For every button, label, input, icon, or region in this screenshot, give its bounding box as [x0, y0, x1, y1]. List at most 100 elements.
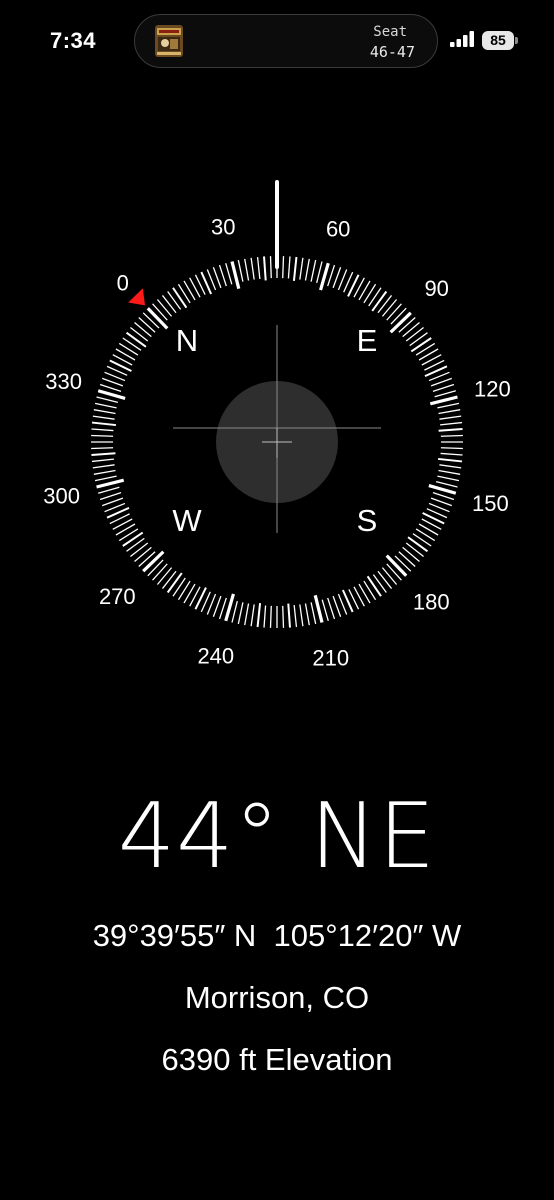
compass-tick: [91, 447, 114, 450]
compass-tick: [398, 551, 416, 567]
battery-level: 85: [482, 31, 514, 50]
compass-tick: [385, 554, 408, 577]
compass-tick: [172, 287, 188, 309]
compass-tick: [256, 256, 261, 279]
compass-tick: [316, 261, 323, 284]
compass-tick: [293, 605, 298, 628]
compass-tick: [230, 261, 241, 290]
compass-tick: [152, 563, 168, 581]
compass-tick: [130, 326, 149, 342]
degree-label-120: 120: [474, 376, 511, 401]
compass-tick: [138, 317, 156, 333]
compass-tick: [122, 337, 142, 351]
compass-tick: [256, 603, 262, 628]
seat-label: Seat: [373, 24, 407, 40]
compass-tick: [167, 291, 182, 310]
compass-tick: [377, 295, 393, 314]
cardinal-north: N: [176, 323, 198, 358]
cellular-signal-icon: [450, 31, 476, 47]
compass-tick: [231, 600, 238, 623]
compass-tick: [292, 256, 298, 281]
compass-tick: [432, 492, 455, 501]
compass-tick: [327, 264, 336, 287]
compass-tick: [101, 377, 124, 387]
compass-tick: [98, 486, 120, 494]
compass-tick: [287, 603, 291, 628]
compass-tick: [125, 331, 147, 348]
compass-tick: [332, 266, 342, 289]
compass-tick: [99, 492, 122, 501]
compass-tick: [366, 575, 382, 597]
compass-tick: [440, 421, 463, 426]
coordinates-readout: 39°39′55″ N 105°12′20″ W: [92, 918, 462, 953]
compass-tick: [212, 595, 222, 618]
compass-tick: [91, 458, 114, 463]
compass-tick: [438, 428, 463, 432]
heading-readout: 44° NE: [117, 784, 437, 889]
degree-label-300: 300: [43, 484, 80, 509]
compass-tick: [304, 603, 310, 626]
compass-tick: [126, 537, 145, 552]
compass-tick: [287, 256, 291, 279]
degree-label-330: 330: [45, 369, 82, 394]
compass-tick: [282, 256, 285, 279]
compass-tick: [161, 570, 177, 589]
compass-tick: [130, 542, 149, 558]
compass-tick: [402, 321, 420, 338]
compass-tick: [428, 484, 457, 495]
compass-tick: [321, 599, 329, 621]
compass-tick: [166, 572, 183, 594]
compass-tick: [386, 303, 402, 321]
compass-tick: [389, 311, 412, 334]
compass-tick: [313, 594, 324, 623]
compass-tick: [371, 290, 388, 312]
compass-tick: [304, 258, 310, 281]
compass-tick: [415, 528, 436, 542]
compass-tick: [244, 603, 250, 626]
compass-tick: [122, 531, 144, 547]
compass-tick: [434, 390, 456, 398]
compass-tick: [405, 326, 424, 342]
compass-tick: [134, 546, 152, 563]
compass-tick: [91, 428, 114, 432]
degree-label-30: 30: [211, 215, 235, 240]
compass-tick: [437, 475, 460, 482]
compass-tick: [172, 577, 186, 597]
compass-tick: [310, 259, 317, 282]
compass-tick: [368, 287, 382, 307]
compass-tick: [91, 452, 116, 456]
compass-tick: [93, 409, 116, 415]
degree-label-60: 60: [326, 217, 350, 242]
compass-tick: [92, 464, 115, 469]
compass-tick: [332, 595, 342, 618]
compass-tick: [91, 434, 114, 437]
compass-tick: [92, 415, 115, 420]
compass-tick: [225, 263, 233, 285]
cardinal-south: S: [357, 503, 378, 538]
compass-tick: [118, 342, 139, 356]
compass-tick: [134, 321, 152, 338]
degree-label-90: 90: [424, 276, 448, 301]
battery-icon: 85: [482, 31, 518, 50]
compass-tick: [250, 257, 255, 280]
compass-tick: [156, 567, 173, 585]
compass-tick: [430, 377, 453, 387]
compass-tick: [440, 447, 463, 450]
degree-label-0: 0: [117, 270, 129, 295]
compass-tick: [299, 604, 304, 627]
compass-tick: [430, 497, 453, 507]
compass-tick: [310, 602, 317, 625]
bearing-marker-icon: [128, 288, 146, 306]
compass-tick: [146, 307, 169, 330]
compass-tick: [381, 567, 398, 585]
compass-tick: [263, 256, 267, 281]
compass-tick: [161, 295, 177, 314]
compass-tick: [101, 497, 124, 507]
live-activity-pill[interactable]: Seat 46-47: [134, 14, 438, 68]
compass-tick: [440, 434, 463, 437]
compass-tick: [244, 258, 250, 281]
compass-tick: [435, 481, 458, 488]
status-time: 7:34: [50, 28, 97, 53]
compass-dial[interactable]: 0 30 60 90 120 150 180 210 240 270 300 330 N E W S: [0, 160, 554, 680]
battery-nub: [515, 37, 518, 44]
